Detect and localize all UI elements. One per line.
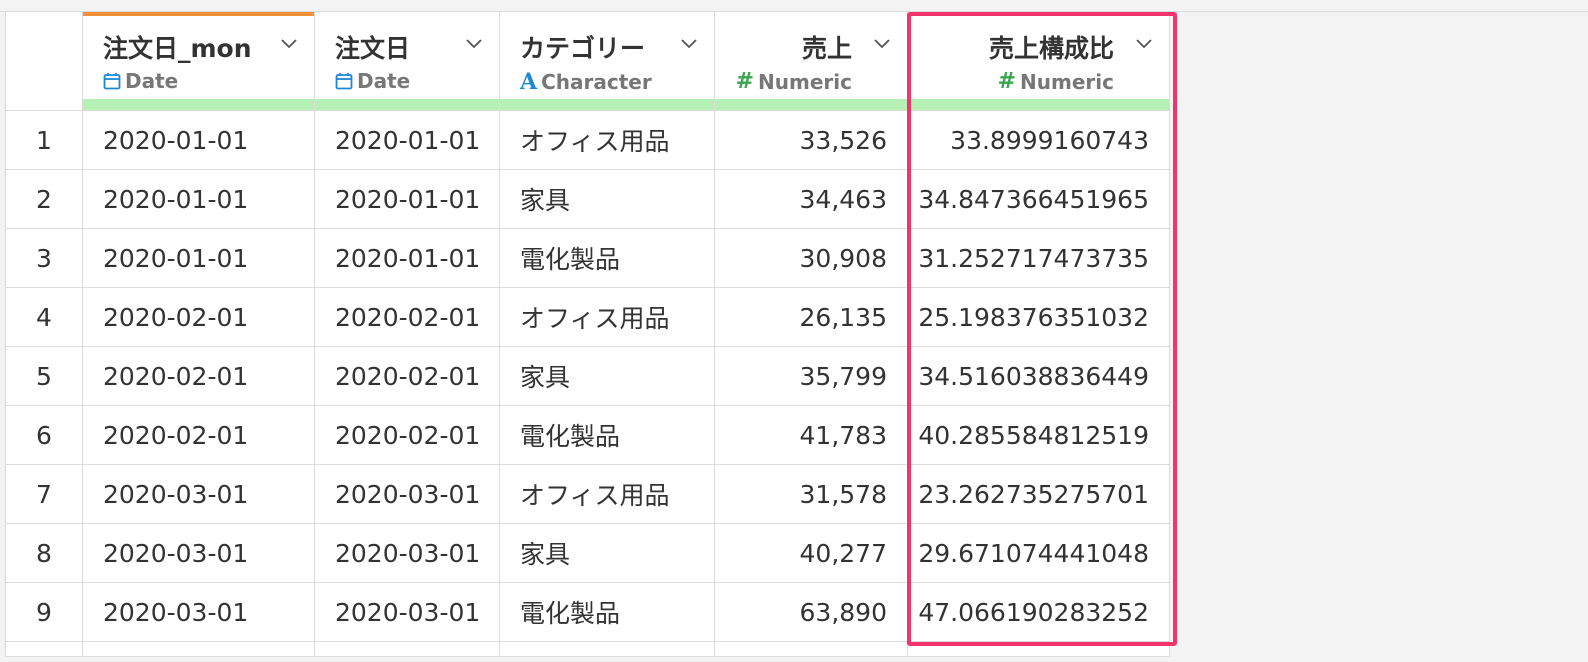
table-row: 1 2020-01-01 2020-01-01 オフィス用品 33,526 33… [5, 110, 1170, 170]
column-name: 注文日_mon [103, 34, 252, 63]
column-quality-bar [500, 99, 714, 110]
cell[interactable]: 23.262735275701 [907, 464, 1170, 524]
cell[interactable]: 2020-03-01 [314, 582, 500, 642]
cell[interactable]: 2020-02-01 [314, 287, 500, 347]
row-number: 1 [5, 110, 83, 170]
column-type: Numeric [1020, 69, 1114, 94]
chevron-down-icon[interactable] [1135, 34, 1153, 52]
row-number: 5 [5, 346, 83, 406]
cell[interactable]: 2020-02-01 [314, 346, 500, 406]
cell[interactable]: 2020-01-01 [314, 110, 500, 170]
cell[interactable]: 2020-02-01 [82, 405, 315, 465]
row-number: 4 [5, 287, 83, 347]
column-header-order-month[interactable]: 注文日_mon Date [82, 11, 315, 111]
row-number: 7 [5, 464, 83, 524]
cell[interactable]: 25.198376351032 [907, 287, 1170, 347]
hash-icon: # [735, 69, 755, 94]
cell[interactable]: 31.252717473735 [907, 228, 1170, 288]
table-row: 9 2020-03-01 2020-03-01 電化製品 63,890 47.0… [5, 582, 1170, 642]
column-quality-bar [908, 99, 1169, 110]
row-number: 3 [5, 228, 83, 288]
cell[interactable]: 35,799 [714, 346, 908, 406]
cell[interactable]: 30,908 [714, 228, 908, 288]
cell[interactable]: 2020-03-01 [82, 523, 315, 583]
cell[interactable]: 家具 [499, 346, 715, 406]
character-a-icon: A [520, 69, 538, 95]
row-number: 9 [5, 582, 83, 642]
cell[interactable]: 2020-02-01 [82, 287, 315, 347]
column-quality-bar [83, 99, 314, 110]
cell[interactable]: 電化製品 [499, 405, 715, 465]
cell[interactable]: 2020-03-01 [82, 582, 315, 642]
cell[interactable]: 2020-02-01 [314, 405, 500, 465]
table-row: 5 2020-02-01 2020-02-01 家具 35,799 34.516… [5, 346, 1170, 406]
cell[interactable]: 33.8999160743 [907, 110, 1170, 170]
calendar-icon [103, 73, 121, 90]
cell[interactable]: 家具 [499, 169, 715, 229]
table-row: 6 2020-02-01 2020-02-01 電化製品 41,783 40.2… [5, 405, 1170, 465]
hash-icon: # [997, 69, 1017, 94]
column-header-order-date[interactable]: 注文日 Date [314, 11, 500, 111]
chevron-down-icon[interactable] [873, 34, 891, 52]
column-header-sales[interactable]: 売上 # Numeric [714, 11, 908, 111]
cell[interactable]: 40,277 [714, 523, 908, 583]
cell[interactable]: 2020-03-01 [314, 523, 500, 583]
cell[interactable]: 47.066190283252 [907, 582, 1170, 642]
cell[interactable]: 26,135 [714, 287, 908, 347]
cell[interactable]: 2020-03-01 [82, 464, 315, 524]
column-name: 注文日 [335, 34, 411, 63]
table-row: 3 2020-01-01 2020-01-01 電化製品 30,908 31.2… [5, 228, 1170, 288]
table-row: 8 2020-03-01 2020-03-01 家具 40,277 29.671… [5, 523, 1170, 583]
cell[interactable]: オフィス用品 [499, 464, 715, 524]
cell[interactable]: 31,578 [714, 464, 908, 524]
cell[interactable]: 2020-01-01 [82, 228, 315, 288]
data-grid: 注文日_mon Date 注文日 Date カテゴリー A Character … [5, 11, 1170, 657]
cell[interactable]: 29.671074441048 [907, 523, 1170, 583]
calendar-icon [335, 73, 353, 90]
row-number: 2 [5, 169, 83, 229]
cell[interactable]: 2020-01-01 [82, 169, 315, 229]
cell[interactable]: 34,463 [714, 169, 908, 229]
cell[interactable]: 2020-01-01 [314, 228, 500, 288]
cell[interactable]: 34.847366451965 [907, 169, 1170, 229]
column-type: Numeric [758, 69, 852, 94]
cell[interactable]: 2020-01-01 [314, 169, 500, 229]
column-name: 売上構成比 [988, 34, 1114, 63]
cell[interactable]: 電化製品 [499, 582, 715, 642]
cell[interactable]: 家具 [499, 523, 715, 583]
cell[interactable]: 41,783 [714, 405, 908, 465]
cell[interactable]: 63,890 [714, 582, 908, 642]
column-name: カテゴリー [520, 34, 646, 63]
chevron-down-icon[interactable] [680, 34, 698, 52]
cell[interactable]: 40.285584812519 [907, 405, 1170, 465]
column-header-category[interactable]: カテゴリー A Character [499, 11, 715, 111]
column-header-sales-ratio[interactable]: 売上構成比 # Numeric [907, 11, 1170, 111]
row-number: 8 [5, 523, 83, 583]
chevron-down-icon[interactable] [280, 34, 298, 52]
column-type: Date [125, 69, 179, 93]
row-number-header [5, 11, 83, 111]
cell[interactable]: 33,526 [714, 110, 908, 170]
column-type: Character [541, 70, 652, 94]
table-row: 4 2020-02-01 2020-02-01 オフィス用品 26,135 25… [5, 287, 1170, 347]
cell[interactable]: 電化製品 [499, 228, 715, 288]
cell[interactable]: 2020-03-01 [314, 464, 500, 524]
cell[interactable]: 34.516038836449 [907, 346, 1170, 406]
cell[interactable]: 2020-01-01 [82, 110, 315, 170]
table-row-partial [5, 641, 1170, 657]
table-row: 7 2020-03-01 2020-03-01 オフィス用品 31,578 23… [5, 464, 1170, 524]
cell[interactable]: オフィス用品 [499, 110, 715, 170]
column-type: Date [357, 69, 411, 93]
table-row: 2 2020-01-01 2020-01-01 家具 34,463 34.847… [5, 169, 1170, 229]
column-name: 売上 [801, 34, 852, 63]
selected-column-indicator [83, 12, 314, 16]
column-quality-bar [315, 99, 499, 110]
row-number: 6 [5, 405, 83, 465]
column-quality-bar [715, 99, 907, 110]
cell[interactable]: 2020-02-01 [82, 346, 315, 406]
chevron-down-icon[interactable] [465, 34, 483, 52]
cell[interactable]: オフィス用品 [499, 287, 715, 347]
